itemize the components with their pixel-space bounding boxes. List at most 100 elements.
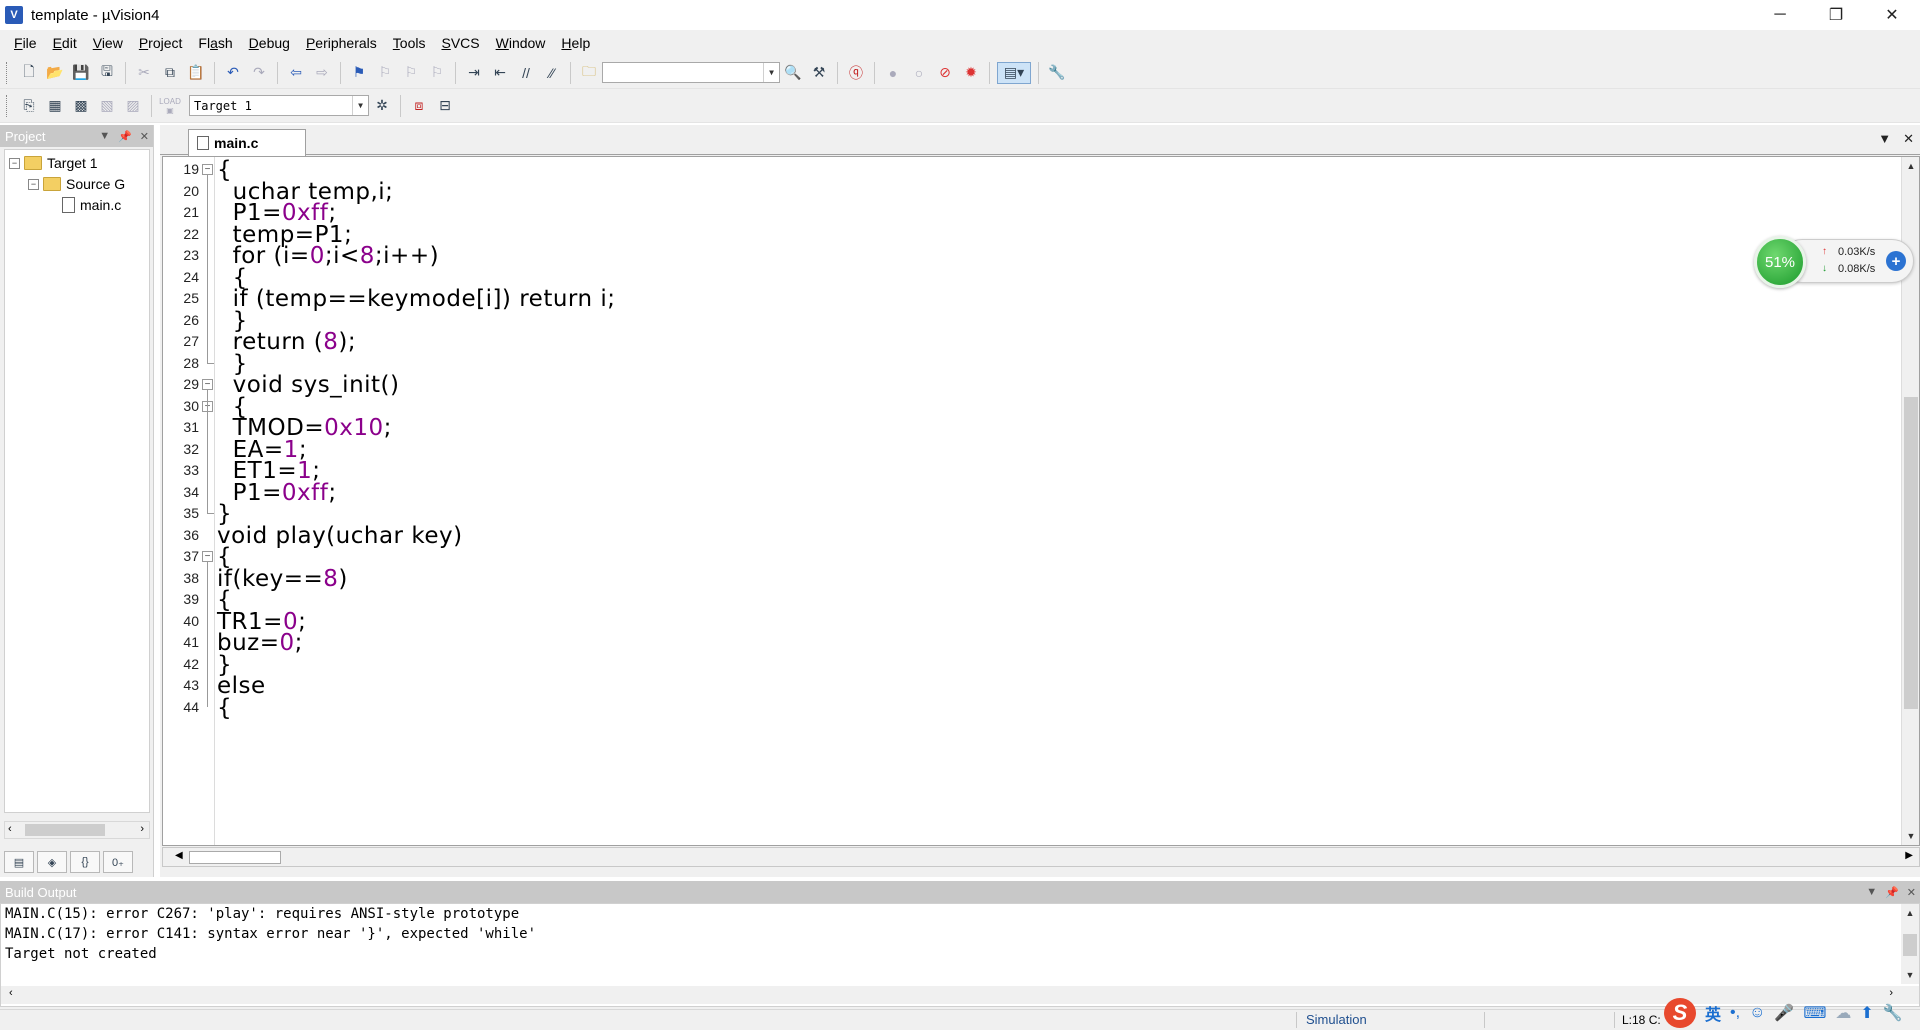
speed-boost-icon[interactable]: + [1886,251,1906,271]
editor-scroll-thumb[interactable] [1904,397,1918,709]
scroll-left-icon[interactable]: ‹ [9,987,13,999]
target-options-icon[interactable]: ✲ [371,95,393,117]
comment-icon[interactable]: // [515,62,537,84]
translate-icon[interactable]: ⎘ [18,95,40,117]
code-line[interactable]: if (temp==keymode[i]) return i; [217,286,616,312]
sogou-logo-icon[interactable]: S [1664,998,1696,1028]
scroll-down-icon[interactable]: ▼ [1901,966,1919,984]
menu-file[interactable]: File [6,30,45,57]
menu-project[interactable]: Project [131,30,191,57]
fold-toggle-icon[interactable]: − [202,379,213,390]
tree-item-file[interactable]: main.c [47,194,121,216]
find-combo[interactable]: ▼ [602,62,780,83]
panel-dropdown-icon[interactable]: ▼ [99,130,110,142]
scroll-down-icon[interactable]: ▼ [1902,827,1920,845]
new-file-icon[interactable]: 🗋 [18,62,40,84]
ime-language-toggle[interactable]: 英 [1705,1001,1721,1025]
unindent-icon[interactable]: ⇤ [489,62,511,84]
cut-icon[interactable]: ✂ [133,62,155,84]
rebuild-icon[interactable]: ▩ [70,95,92,117]
editor-tab-main-c[interactable]: main.c [188,129,306,156]
build-icon[interactable]: ▦ [44,95,66,117]
build-hscrollbar[interactable]: ‹ › [1,986,1919,1004]
menu-peripherals[interactable]: Peripherals [298,30,385,57]
copy-icon[interactable]: ⧉ [159,62,181,84]
menu-edit[interactable]: Edit [45,30,85,57]
undo-icon[interactable]: ↶ [222,62,244,84]
restore-button[interactable]: ❐ [1808,0,1864,30]
uncomment-icon[interactable]: ⁄⁄ [541,62,563,84]
collapse-icon[interactable]: − [9,157,20,169]
stop-build-icon[interactable]: ▨ [122,95,144,117]
scroll-left-icon[interactable]: ◀ [175,850,183,861]
menu-window[interactable]: Window [488,30,554,57]
close-tab-icon[interactable]: ✕ [1903,131,1914,147]
debug-session-icon[interactable]: ⓠ [845,62,867,84]
open-file-icon[interactable]: 📂 [44,62,66,84]
code-line[interactable]: for (i=0;i<8;i++) [217,243,439,269]
build-scroll-thumb[interactable] [1903,934,1917,956]
project-tab-icon[interactable]: ▤ [4,851,34,873]
skin-icon[interactable]: ☁ [1835,1003,1851,1023]
scroll-up-icon[interactable]: ▲ [1902,157,1920,175]
code-line[interactable]: void play(uchar key) [217,523,463,549]
manage-components-icon[interactable]: ⧈ [408,95,430,117]
wrench-icon[interactable]: 🔧 [1883,1003,1903,1023]
indent-icon[interactable]: ⇥ [463,62,485,84]
incremental-find-icon[interactable]: 🔍 [782,62,804,84]
toolbar-grip[interactable] [6,94,10,117]
panel-dropdown-icon[interactable]: ▼ [1866,886,1877,898]
templates-tab-icon[interactable]: 0₊ [103,851,133,873]
fold-toggle-icon[interactable]: − [202,551,213,562]
functions-tab-icon[interactable]: {} [70,851,100,873]
emoji-icon[interactable]: ☺ [1749,1004,1765,1022]
editor-hscroll-thumb[interactable] [189,851,281,864]
save-all-icon[interactable]: 🖫 [96,62,118,84]
project-hscrollbar[interactable]: ‹ › [4,821,150,839]
prev-bookmark-icon[interactable]: ⚐ [374,62,396,84]
chevron-down-icon[interactable]: ▼ [763,63,779,82]
target-select[interactable]: Target 1 ▼ [189,95,369,116]
code-line[interactable]: { [217,695,232,721]
save-icon[interactable]: 💾 [70,62,92,84]
bookmark-icon[interactable]: ⚑ [348,62,370,84]
minimize-button[interactable]: ─ [1752,0,1808,30]
scroll-left-icon[interactable]: ‹ [8,823,12,835]
code-line[interactable]: if(key==8) [217,566,348,592]
books-tab-icon[interactable]: ◈ [37,851,67,873]
scroll-up-icon[interactable]: ▲ [1901,904,1919,922]
load-download-icon[interactable]: LOAD ▣ [159,95,181,117]
upload-icon[interactable]: ⬆ [1860,1003,1873,1023]
navigate-forward-icon[interactable]: ⇨ [311,62,333,84]
network-speed-widget[interactable]: 51% ↑ 0.03K/s ↓ 0.08K/s + [1754,236,1914,288]
menu-view[interactable]: View [85,30,131,57]
collapse-icon[interactable]: − [28,178,39,190]
code-line[interactable]: P1=0xff; [217,480,337,506]
tree-item-folder[interactable]: − Source G [28,173,125,195]
window-layout-icon[interactable]: ▤▾ [997,61,1031,84]
kill-breakpoints-icon[interactable]: ✹ [960,62,982,84]
menu-help[interactable]: Help [553,30,598,57]
next-bookmark-icon[interactable]: ⚐ [400,62,422,84]
build-output-text[interactable]: MAIN.C(15): error C267: 'play': requires… [0,903,1920,1007]
scroll-right-icon[interactable]: › [140,823,144,835]
keyboard-icon[interactable]: ⌨ [1803,1003,1826,1023]
scroll-right-icon[interactable]: ▶ [1905,850,1913,861]
scroll-thumb[interactable] [25,824,105,836]
editor-hscrollbar[interactable]: ◀ ▶ [162,847,1920,867]
menu-debug[interactable]: Debug [241,30,298,57]
enable-breakpoint-icon[interactable]: ○ [908,62,930,84]
build-vscrollbar[interactable]: ▲ ▼ [1901,904,1919,984]
select-packs-icon[interactable]: ⊟ [434,95,456,117]
disable-breakpoints-icon[interactable]: ⊘ [934,62,956,84]
code-editor[interactable]: 19−20212223242526272829−30−3132333435363… [162,156,1920,846]
menu-flash[interactable]: Flash [190,30,240,57]
tree-item-target[interactable]: − Target 1 [9,152,98,174]
redo-icon[interactable]: ↷ [248,62,270,84]
configure-icon[interactable]: 🔧 [1046,62,1068,84]
paste-icon[interactable]: 📋 [185,62,207,84]
toolbar-grip[interactable] [6,61,10,84]
mic-icon[interactable]: 🎤 [1774,1003,1794,1023]
find-in-files-icon[interactable]: 🗀 [578,62,600,84]
menu-svcs[interactable]: SVCS [433,30,487,57]
